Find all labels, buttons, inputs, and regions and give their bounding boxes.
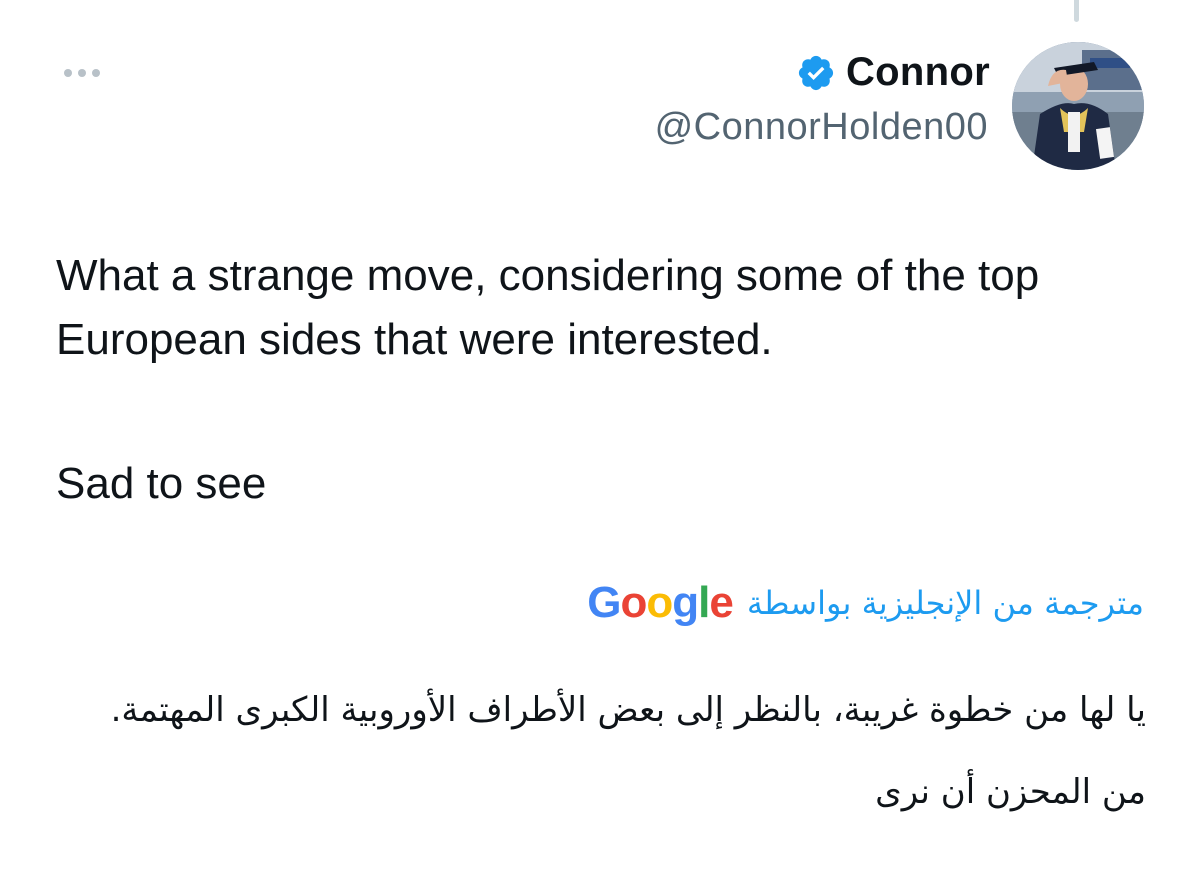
- translated-text: يا لها من خطوة غريبة، بالنظر إلى بعض الأ…: [66, 680, 1146, 822]
- ellipsis-dot: [78, 69, 86, 77]
- tweet-text: What a strange move, considering some of…: [56, 244, 1146, 516]
- translated-by-row[interactable]: Google مترجمة من الإنجليزية بواسطة: [587, 578, 1144, 628]
- translated-by-label[interactable]: مترجمة من الإنجليزية بواسطة: [747, 584, 1144, 622]
- author-display-name[interactable]: Connor: [846, 50, 990, 95]
- avatar-photo: [1012, 42, 1144, 170]
- author-name-row[interactable]: Connor: [796, 50, 990, 95]
- thread-connector-line: [1074, 0, 1079, 22]
- ellipsis-icon: [64, 69, 72, 77]
- translated-paragraph-2: من المحزن أن نرى: [875, 772, 1146, 812]
- verified-badge-icon: [798, 55, 834, 90]
- tweet-paragraph-1: What a strange move, considering some of…: [56, 251, 1040, 364]
- more-options-button[interactable]: [58, 56, 106, 90]
- author-avatar[interactable]: [1012, 42, 1144, 170]
- translated-paragraph-1: يا لها من خطوة غريبة، بالنظر إلى بعض الأ…: [110, 690, 1146, 730]
- author-handle[interactable]: @ConnorHolden00: [655, 106, 988, 149]
- google-logo: Google: [587, 578, 734, 627]
- tweet-paragraph-2: Sad to see: [56, 459, 267, 508]
- ellipsis-dot: [92, 69, 100, 77]
